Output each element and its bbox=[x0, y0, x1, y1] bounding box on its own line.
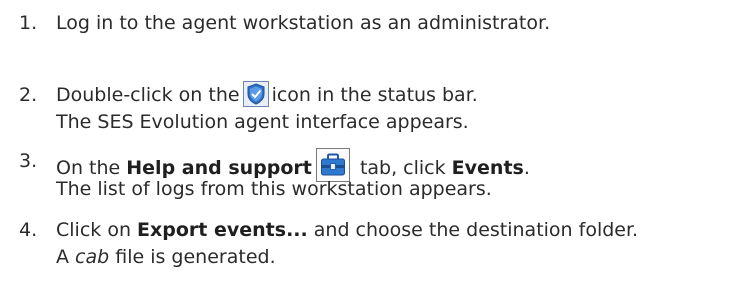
step-text: Log in to the agent workstation as an ad… bbox=[56, 12, 551, 34]
step-text-after: file is generated. bbox=[109, 246, 276, 268]
step-text-end: . bbox=[523, 157, 530, 179]
step-text-prefix: Click on bbox=[56, 219, 138, 241]
step-number: 4. bbox=[19, 219, 38, 241]
step-number: 2. bbox=[19, 84, 38, 106]
step-text-prefix: A bbox=[56, 246, 76, 268]
step-number: 3. bbox=[19, 150, 38, 172]
step-number: 1. bbox=[19, 12, 38, 34]
step-text-before-icon: Double-click on the bbox=[56, 84, 240, 106]
step-line-2: A cab file is generated. bbox=[56, 244, 276, 270]
step-text-after-icon: icon in the status bar. bbox=[271, 84, 478, 106]
button-name-export-events: Export events... bbox=[137, 219, 308, 241]
step-line-2: The list of logs from this workstation a… bbox=[56, 178, 492, 200]
procedure-steps: 1. Log in to the agent workstation as an… bbox=[0, 0, 746, 298]
step-line-2: The SES Evolution agent interface appear… bbox=[56, 111, 469, 133]
step-text-after: and choose the destination folder. bbox=[307, 219, 639, 241]
file-type-cab: cab bbox=[75, 246, 110, 268]
step-line-1: Click on Export events... and choose the… bbox=[56, 217, 638, 243]
